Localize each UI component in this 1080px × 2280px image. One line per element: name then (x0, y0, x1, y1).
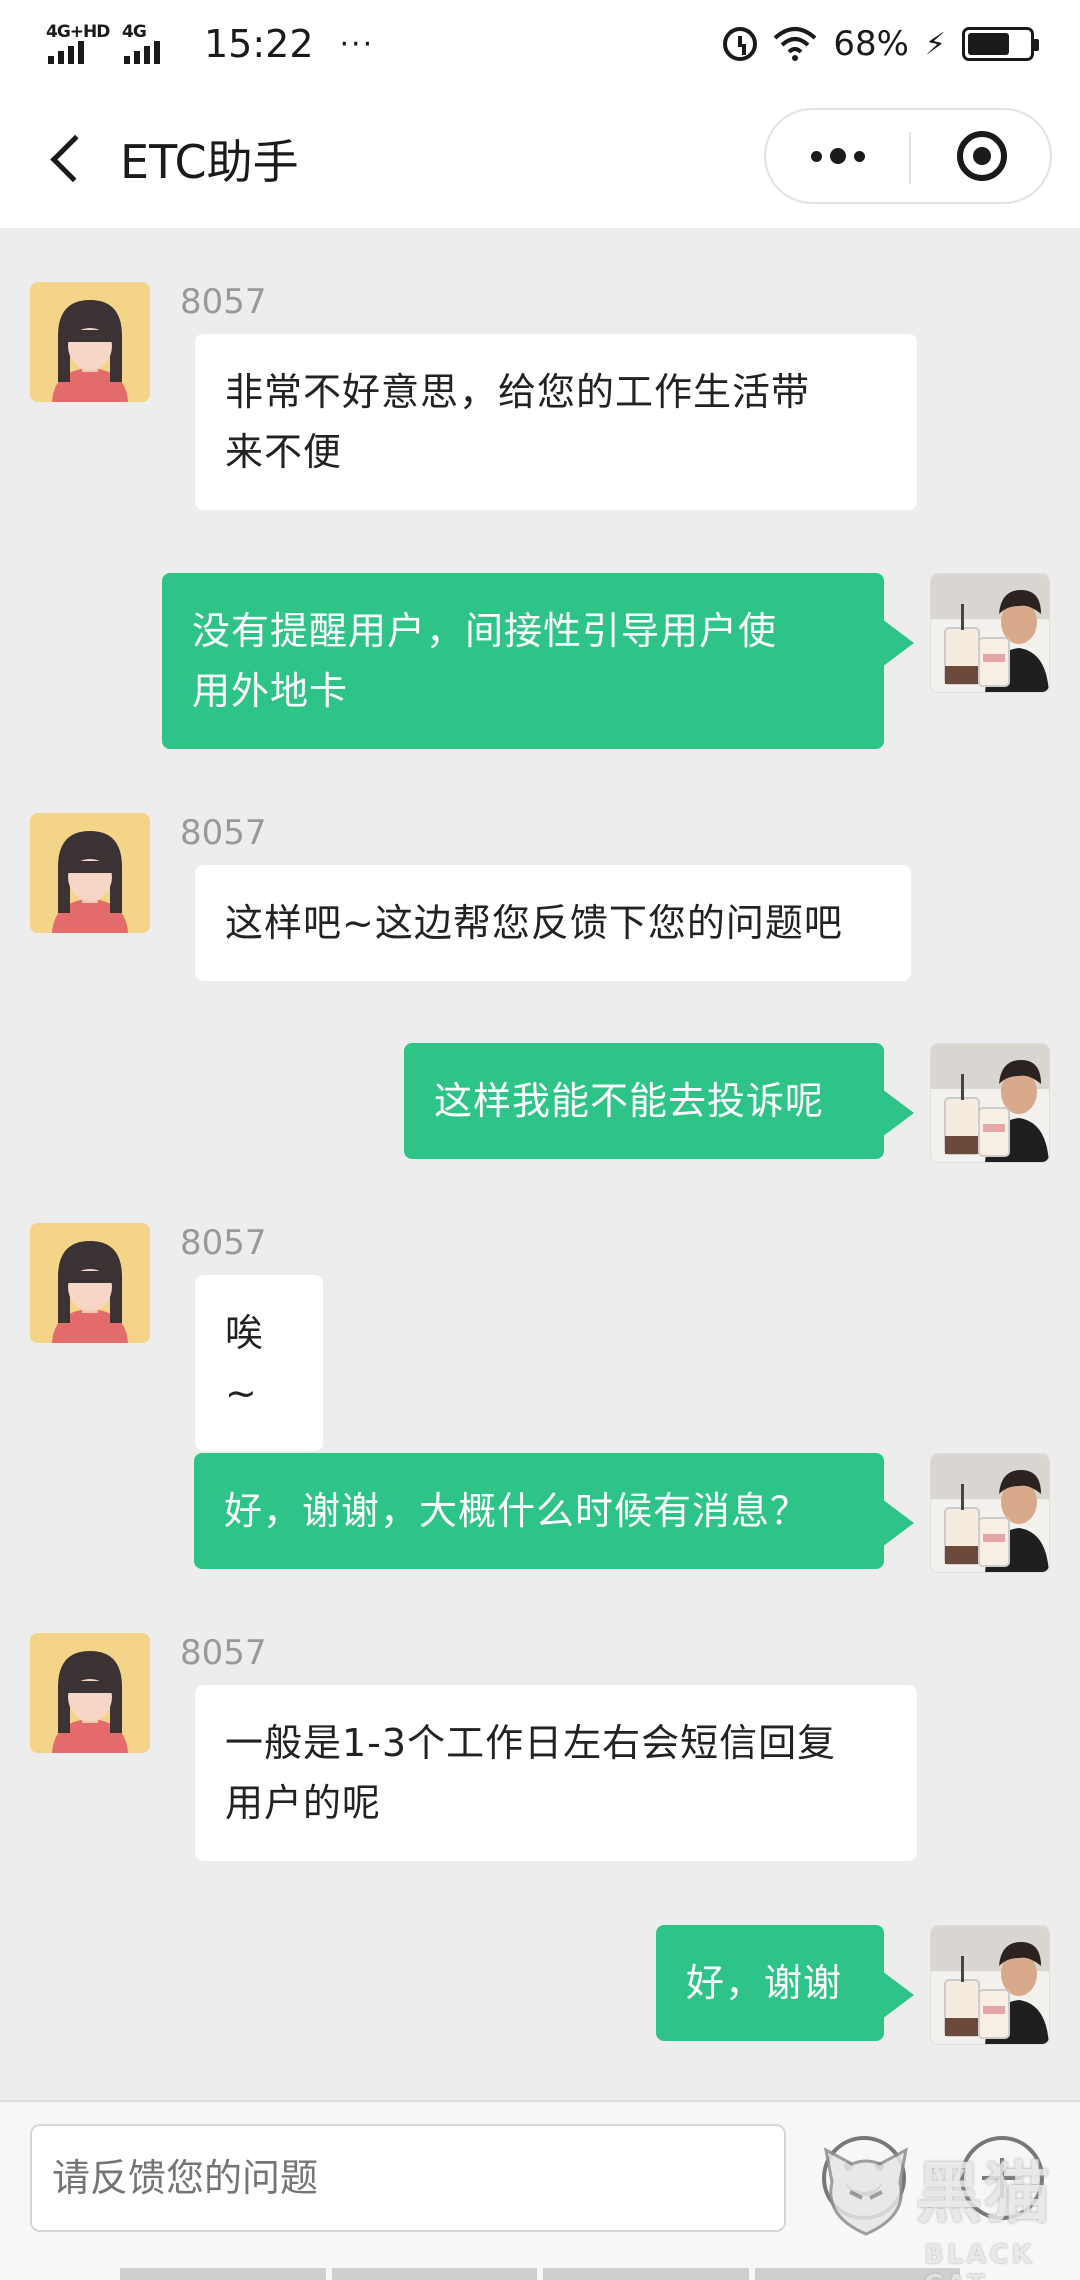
bottom-handle (0, 2268, 1080, 2280)
message-item: 好，谢谢 (0, 1925, 1080, 2045)
message-list[interactable]: 8057 非常不好意思，给您的工作生活带 来不便 没有提醒用户，间接性引导用户使… (0, 228, 1080, 2100)
message-line: 好，谢谢 (686, 1961, 843, 2005)
network-signal-icon: 4G+HD (46, 22, 110, 66)
message-bubble[interactable]: 唉~ (195, 1275, 323, 1451)
alarm-icon (723, 27, 758, 61)
message-line: 用外地卡 (192, 669, 349, 713)
input-bar (0, 2100, 1080, 2280)
message-line: 这样我能不能去投诉呢 (434, 1079, 825, 1123)
message-line: 这样吧~这边帮您反馈下您的问题吧 (225, 901, 843, 945)
status-left: 4G+HD 4G 15:22 ··· (46, 14, 374, 74)
agent-avatar[interactable] (30, 1633, 150, 1753)
more-dots-icon[interactable] (766, 110, 909, 202)
status-bar: 4G+HD 4G 15:22 ··· 68% ⚡ (0, 0, 1080, 86)
message-bubble[interactable]: 好，谢谢，大概什么时候有消息？ (194, 1453, 914, 1569)
message-item: 8057 非常不好意思，给您的工作生活带 来不便 (0, 282, 1080, 532)
network-label-2: 4G (122, 22, 147, 42)
battery-fill (968, 33, 1009, 55)
plus-icon[interactable] (960, 2136, 1044, 2220)
miniprogram-capsule (764, 108, 1052, 204)
status-time: 15:22 (204, 22, 314, 66)
agent-avatar[interactable] (30, 813, 150, 933)
agent-avatar[interactable] (30, 282, 150, 402)
nav-bar: ETC助手 (0, 86, 1080, 228)
message-item: 8057 唉~ (0, 1223, 1080, 1451)
sender-name: 8057 (180, 813, 267, 853)
message-line: 用户的呢 (225, 1781, 382, 1825)
wifi-icon (774, 27, 817, 61)
user-avatar[interactable] (930, 1453, 1050, 1573)
battery-percent: 68% (833, 24, 909, 64)
status-right: 68% ⚡ (723, 14, 1039, 74)
message-line: 好，谢谢，大概什么时候有消息？ (224, 1489, 810, 1533)
sender-name: 8057 (180, 282, 267, 322)
message-item: 8057 这样吧~这边帮您反馈下您的问题吧 (0, 813, 1080, 1003)
notification-dots: ··· (339, 26, 375, 62)
user-avatar[interactable] (930, 1043, 1050, 1163)
sender-name: 8057 (180, 1633, 267, 1673)
user-avatar[interactable] (930, 573, 1050, 693)
message-bubble[interactable]: 这样我能不能去投诉呢 (404, 1043, 914, 1159)
network-label: 4G+HD (46, 22, 110, 42)
message-item: 8057 一般是1-3个工作日左右会短信回复 用户的呢 (0, 1633, 1080, 1883)
emoji-icon[interactable] (822, 2136, 906, 2220)
message-item: 没有提醒用户，间接性引导用户使 用外地卡 (0, 573, 1080, 753)
network-signal-icon-2: 4G (122, 22, 184, 66)
target-close-icon[interactable] (911, 110, 1052, 202)
message-bubble[interactable]: 一般是1-3个工作日左右会短信回复 用户的呢 (195, 1685, 917, 1861)
message-bubble[interactable]: 好，谢谢 (656, 1925, 914, 2041)
message-bubble[interactable]: 没有提醒用户，间接性引导用户使 用外地卡 (162, 573, 914, 749)
message-item: 好，谢谢，大概什么时候有消息？ (0, 1453, 1080, 1573)
charging-bolt-icon: ⚡ (924, 26, 946, 62)
user-avatar[interactable] (930, 1925, 1050, 2045)
back-chevron-icon[interactable] (46, 130, 90, 186)
feedback-input[interactable] (30, 2124, 786, 2232)
page-title: ETC助手 (120, 135, 299, 189)
battery-icon (962, 27, 1039, 61)
message-item: 这样我能不能去投诉呢 (0, 1043, 1080, 1163)
agent-avatar[interactable] (30, 1223, 150, 1343)
message-line: 来不便 (225, 430, 343, 474)
message-bubble[interactable]: 非常不好意思，给您的工作生活带 来不便 (195, 334, 917, 510)
sender-name: 8057 (180, 1223, 267, 1263)
message-bubble[interactable]: 这样吧~这边帮您反馈下您的问题吧 (195, 865, 911, 981)
message-line: 唉~ (225, 1311, 265, 1415)
message-line: 没有提醒用户，间接性引导用户使 (192, 609, 778, 653)
message-line: 非常不好意思，给您的工作生活带 (225, 370, 811, 414)
message-line: 一般是1-3个工作日左右会短信回复 (225, 1721, 837, 1765)
